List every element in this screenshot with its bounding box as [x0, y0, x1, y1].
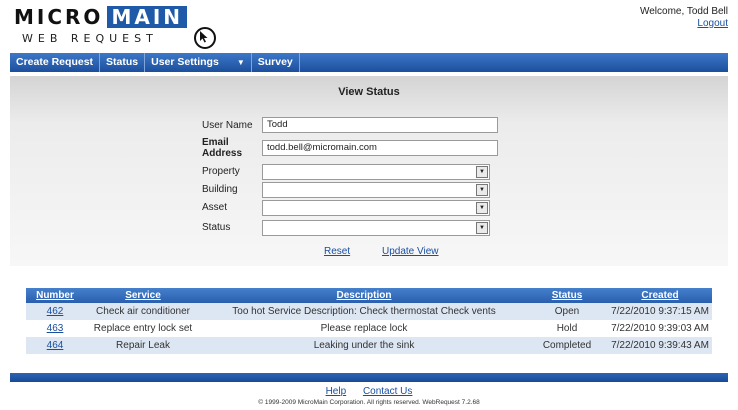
- chevron-down-icon[interactable]: ▼: [476, 222, 488, 234]
- logout-link[interactable]: Logout: [640, 18, 728, 29]
- asset-select[interactable]: ▼: [262, 200, 490, 216]
- request-number-link[interactable]: 462: [26, 303, 84, 320]
- micromain-logo: MICRO MAIN WEB REQUEST: [14, 5, 226, 49]
- status-table: Number Service Description Status Create…: [26, 288, 712, 354]
- reset-button[interactable]: Reset: [324, 246, 350, 257]
- table-row: 464 Repair Leak Leaking under the sink C…: [26, 337, 712, 354]
- created-cell: 7/22/2010 9:39:03 AM: [611, 323, 709, 334]
- view-status-panel: View Status User Name Todd Email Address…: [10, 76, 728, 266]
- table-row: 462 Check air conditioner Too hot Servic…: [26, 303, 712, 320]
- header-status[interactable]: Status: [526, 288, 608, 303]
- status-cell: Hold: [556, 323, 578, 334]
- description-cell: Leaking under the sink: [313, 340, 415, 351]
- nav-create-request[interactable]: Create Request: [10, 53, 101, 72]
- update-view-button[interactable]: Update View: [382, 246, 439, 257]
- property-label: Property: [202, 166, 240, 177]
- description-cell: Please replace lock: [320, 323, 408, 334]
- email-field[interactable]: todd.bell@micromain.com: [262, 140, 498, 156]
- service-cell: Check air conditioner: [96, 306, 190, 317]
- logo-subtitle: WEB REQUEST: [22, 32, 158, 45]
- request-number-link[interactable]: 463: [26, 320, 84, 337]
- nav-status[interactable]: Status: [100, 53, 146, 72]
- copyright-text: © 1999-2009 MicroMain Corporation. All r…: [258, 399, 480, 406]
- header-created[interactable]: Created: [608, 288, 712, 303]
- nav-user-settings-label: User Settings: [151, 56, 219, 68]
- table-row: 463 Replace entry lock set Please replac…: [26, 320, 712, 337]
- created-cell: 7/22/2010 9:37:15 AM: [611, 306, 709, 317]
- user-name-field[interactable]: Todd: [262, 117, 498, 133]
- header-number[interactable]: Number: [26, 288, 84, 303]
- nav-survey[interactable]: Survey: [252, 53, 300, 72]
- table-header: Number Service Description Status Create…: [26, 288, 712, 303]
- cursor-icon: [194, 27, 216, 49]
- logo-word-micro: MICRO: [14, 5, 104, 29]
- chevron-down-icon[interactable]: ▼: [476, 202, 488, 214]
- welcome-area: Welcome, Todd Bell Logout: [640, 6, 728, 29]
- chevron-down-icon[interactable]: ▼: [237, 58, 245, 67]
- description-cell: Too hot Service Description: Check therm…: [232, 306, 496, 317]
- status-label: Status: [202, 222, 231, 233]
- building-select[interactable]: ▼: [262, 182, 490, 198]
- page-title: View Status: [338, 86, 400, 98]
- status-cell: Open: [554, 306, 580, 317]
- chevron-down-icon[interactable]: ▼: [476, 184, 488, 196]
- request-number-link[interactable]: 464: [26, 337, 84, 354]
- logo-word-main: MAIN: [107, 6, 187, 28]
- contact-us-link[interactable]: Contact Us: [363, 386, 412, 397]
- status-cell: Completed: [542, 340, 592, 351]
- header-description[interactable]: Description: [202, 288, 526, 303]
- help-link[interactable]: Help: [326, 386, 347, 397]
- chevron-down-icon[interactable]: ▼: [476, 166, 488, 178]
- footer-links: Help Contact Us: [0, 386, 738, 397]
- welcome-text: Welcome, Todd Bell: [639, 6, 728, 17]
- email-label: Email Address: [202, 137, 243, 159]
- footer-bar: [10, 373, 728, 382]
- created-cell: 7/22/2010 9:39:43 AM: [611, 340, 709, 351]
- nav-user-settings[interactable]: User Settings ▼: [145, 53, 252, 72]
- service-cell: Repair Leak: [116, 340, 170, 351]
- status-select[interactable]: ▼: [262, 220, 490, 236]
- building-label: Building: [202, 184, 238, 195]
- property-select[interactable]: ▼: [262, 164, 490, 180]
- main-nav: Create Request Status User Settings ▼ Sur…: [10, 53, 728, 72]
- asset-label: Asset: [202, 202, 228, 213]
- user-name-label: User Name: [202, 120, 253, 131]
- service-cell: Replace entry lock set: [93, 323, 193, 334]
- header-service[interactable]: Service: [84, 288, 202, 303]
